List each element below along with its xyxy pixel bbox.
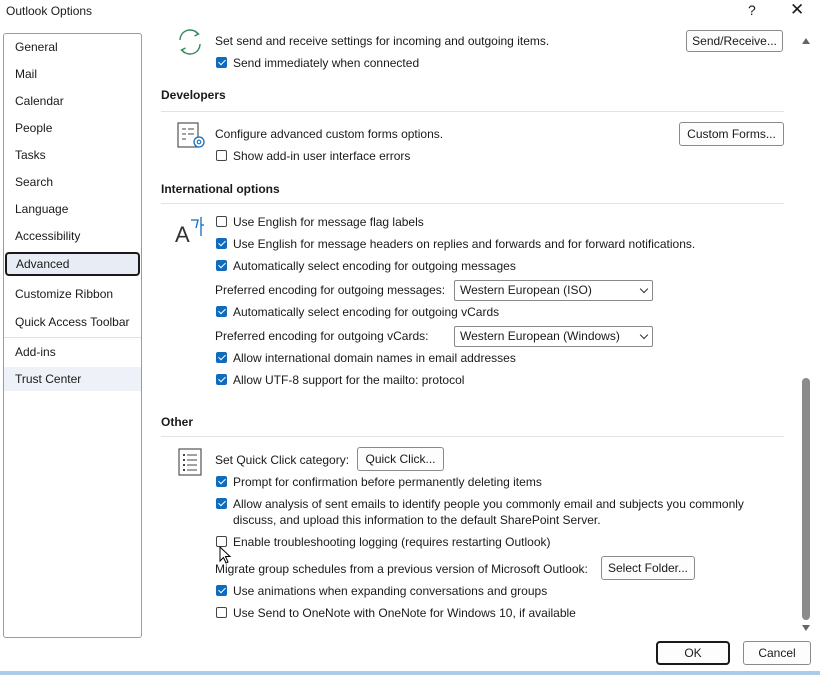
preferred-vcard-dropdown[interactable]: Western European (Windows) — [454, 326, 653, 347]
auto-encoding-vcards-checkbox[interactable] — [216, 306, 227, 317]
section-divider — [161, 111, 784, 112]
preferred-vcard-value: Western European (Windows) — [460, 329, 620, 343]
sidebar-item-add-ins[interactable]: Add-ins — [4, 340, 141, 364]
english-headers-checkbox[interactable] — [216, 238, 227, 249]
custom-forms-icon — [177, 122, 205, 148]
ok-button[interactable]: OK — [656, 641, 730, 665]
options-content: Set send and receive settings for incomi… — [152, 24, 800, 636]
intl-domain-names-label: Allow international domain names in emai… — [233, 351, 516, 365]
sidebar-item-general[interactable]: General — [4, 35, 141, 59]
preferred-encoding-label: Preferred encoding for outgoing messages… — [215, 283, 446, 297]
section-divider — [161, 203, 784, 204]
show-addin-errors-label: Show add-in user interface errors — [233, 149, 411, 163]
scrollbar-thumb[interactable] — [802, 378, 810, 620]
developers-section-title: Developers — [161, 88, 226, 102]
help-button[interactable]: ? — [748, 2, 756, 18]
sync-icon — [179, 29, 201, 55]
scroll-down-arrow-icon[interactable] — [802, 625, 810, 631]
auto-encoding-vcards-label: Automatically select encoding for outgoi… — [233, 305, 500, 319]
use-animations-checkbox[interactable] — [216, 585, 227, 596]
chevron-down-icon — [639, 284, 649, 294]
allow-analysis-checkbox[interactable] — [216, 498, 227, 509]
english-flag-labels-checkbox[interactable] — [216, 216, 227, 227]
quick-click-button[interactable]: Quick Click... — [357, 447, 444, 471]
sidebar-item-trust-center[interactable]: Trust Center — [4, 367, 141, 391]
auto-encoding-outgoing-label: Automatically select encoding for outgoi… — [233, 259, 516, 273]
nav-divider — [4, 337, 141, 338]
other-section-title: Other — [161, 415, 194, 429]
sidebar-item-language[interactable]: Language — [4, 197, 141, 221]
sidebar-item-accessibility[interactable]: Accessibility — [4, 224, 141, 248]
language-icon: A — [175, 217, 204, 246]
sidebar-item-quick-access-toolbar[interactable]: Quick Access Toolbar — [4, 310, 141, 334]
cancel-button[interactable]: Cancel — [743, 641, 811, 665]
window-bottom-border — [0, 671, 820, 675]
send-receive-button[interactable]: Send/Receive... — [686, 30, 783, 52]
custom-forms-description: Configure advanced custom forms options. — [215, 127, 444, 141]
title-bar: Outlook Options ? ✕ — [0, 0, 820, 24]
sidebar-item-advanced[interactable]: Advanced — [5, 252, 140, 276]
window-title: Outlook Options — [6, 4, 93, 18]
section-divider — [161, 436, 784, 437]
prompt-delete-checkbox[interactable] — [216, 476, 227, 487]
send-receive-description: Set send and receive settings for incomi… — [215, 34, 550, 48]
allow-analysis-label-line1: Allow analysis of sent emails to identif… — [233, 497, 744, 511]
utf8-mailto-label: Allow UTF-8 support for the mailto: prot… — [233, 373, 465, 387]
sidebar-item-mail[interactable]: Mail — [4, 62, 141, 86]
close-button[interactable]: ✕ — [790, 0, 804, 20]
scroll-up-arrow-icon[interactable] — [802, 38, 810, 44]
sidebar-item-search[interactable]: Search — [4, 170, 141, 194]
sidebar-item-people[interactable]: People — [4, 116, 141, 140]
onenote-label: Use Send to OneNote with OneNote for Win… — [233, 606, 576, 620]
intl-domain-names-checkbox[interactable] — [216, 352, 227, 363]
use-animations-label: Use animations when expanding conversati… — [233, 584, 548, 598]
custom-forms-button[interactable]: Custom Forms... — [679, 122, 784, 146]
english-headers-label: Use English for message headers on repli… — [233, 237, 696, 251]
sidebar-item-tasks[interactable]: Tasks — [4, 143, 141, 167]
category-nav: General Mail Calendar People Tasks Search Lang… — [3, 33, 142, 638]
sidebar-item-customize-ribbon[interactable]: Customize Ribbon — [4, 282, 141, 306]
quick-click-icon — [178, 448, 202, 476]
preferred-encoding-dropdown[interactable]: Western European (ISO) — [454, 280, 653, 301]
select-folder-button[interactable]: Select Folder... — [601, 556, 695, 580]
prompt-delete-label: Prompt for confirmation before permanent… — [233, 475, 542, 489]
send-immediately-label: Send immediately when connected — [233, 56, 420, 70]
preferred-vcard-label: Preferred encoding for outgoing vCards: — [215, 329, 429, 343]
quick-click-label: Set Quick Click category: — [215, 453, 350, 467]
troubleshooting-label: Enable troubleshooting logging (requires… — [233, 535, 551, 549]
send-immediately-checkbox[interactable] — [216, 57, 227, 68]
migrate-label: Migrate group schedules from a previous … — [215, 562, 588, 576]
sidebar-item-calendar[interactable]: Calendar — [4, 89, 141, 113]
svg-text:A: A — [175, 222, 190, 246]
allow-analysis-label-line2: discuss, and upload this information to … — [233, 513, 601, 527]
auto-encoding-outgoing-checkbox[interactable] — [216, 260, 227, 271]
preferred-encoding-value: Western European (ISO) — [460, 283, 592, 297]
utf8-mailto-checkbox[interactable] — [216, 374, 227, 385]
international-section-title: International options — [161, 182, 280, 196]
chevron-down-icon — [639, 330, 649, 340]
onenote-checkbox[interactable] — [216, 607, 227, 618]
english-flag-labels-label: Use English for message flag labels — [233, 215, 424, 229]
show-addin-errors-checkbox[interactable] — [216, 150, 227, 161]
